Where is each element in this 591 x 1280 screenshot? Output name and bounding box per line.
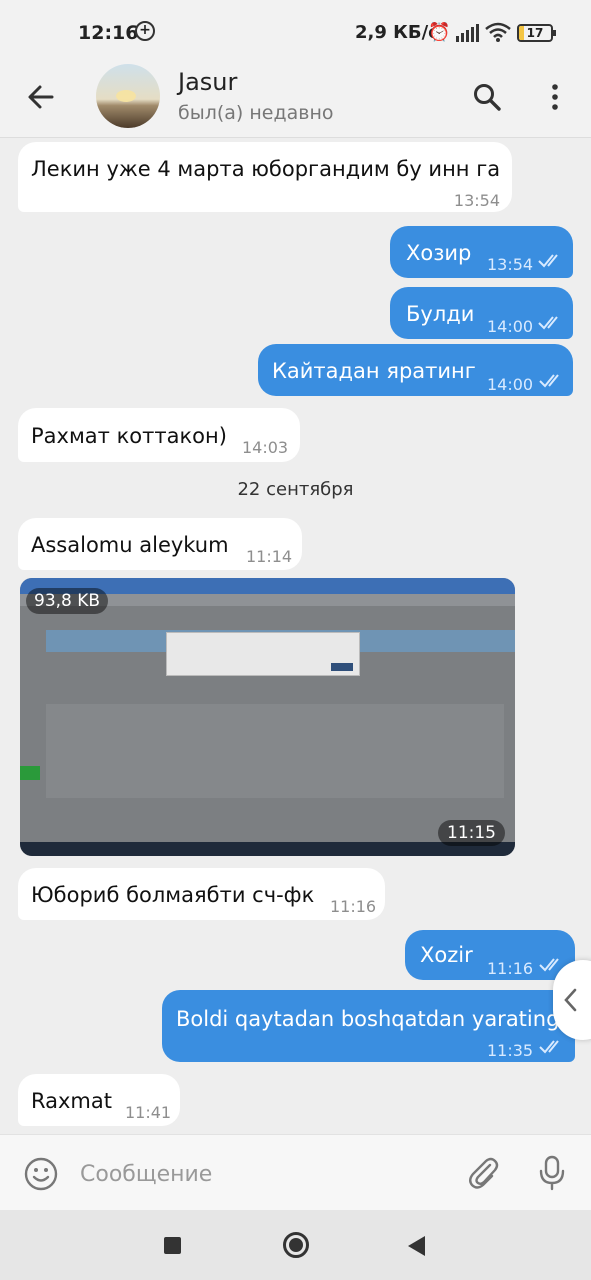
read-ticks-icon [539,1040,559,1054]
date-separator: 22 сентября [237,479,354,500]
message-time: 11:14 [246,547,293,566]
contact-status: был(а) недавно [178,102,334,124]
message-time: 14:00 [487,317,534,336]
message-time: 13:54 [453,191,500,210]
message-time: 14:00 [487,375,534,394]
message-bubble-incoming[interactable]: Рахмат коттакон) 14:03 [18,408,300,462]
attach-icon[interactable] [466,1155,500,1191]
photo-message[interactable]: 93,8 KB 11:15 [20,578,515,856]
read-ticks-icon [538,254,558,268]
battery-icon: 17 [517,24,553,42]
message-bubble-outgoing[interactable]: Хозир 13:54 [390,226,573,278]
message-bubble-incoming[interactable]: Юбориб болмаябти сч-фк 11:16 [18,868,385,920]
message-input-bar [0,1134,591,1210]
scroll-handle[interactable] [553,960,591,1040]
contact-name[interactable]: Jasur [178,68,237,96]
message-bubble-incoming[interactable]: Raxmat 11:41 [18,1074,180,1126]
status-time: 12:16 [78,22,139,44]
read-ticks-icon [538,316,558,330]
signal-icon [456,24,479,42]
screenshot-side-marker [20,766,40,780]
message-time: 13:54 [487,255,534,274]
message-text: Assalomu aleykum [31,533,229,557]
photo-time: 11:15 [438,820,505,846]
status-bar: 12:16 + 2,9 КБ/с ⏰ 17 [0,0,591,60]
message-bubble-outgoing[interactable]: Xozir 11:16 [405,930,575,980]
message-time: 11:16 [487,959,534,978]
chat-header: Jasur был(а) недавно [0,60,591,138]
emoji-icon[interactable] [24,1157,58,1191]
message-bubble-outgoing[interactable]: Boldi qaytadan boshqatdan yarating 11:35 [162,990,575,1062]
alarm-icon: ⏰ [428,22,451,43]
message-text: Булди [406,302,475,326]
avatar-photo [116,90,136,102]
system-nav-bar [0,1210,591,1280]
message-time: 14:03 [242,438,289,457]
search-icon[interactable] [472,82,502,112]
message-text: Юбориб болмаябти сч-фк [31,883,315,907]
message-bubble-incoming[interactable]: Assalomu aleykum 11:14 [18,518,302,570]
notification-icon: + [135,21,155,41]
screenshot-dialog [166,632,360,676]
screenshot-card [46,704,504,798]
message-time: 11:35 [487,1041,534,1060]
message-time: 11:16 [330,897,377,916]
battery-cap [553,30,556,36]
recent-apps-icon[interactable] [164,1237,181,1254]
home-icon[interactable] [283,1232,309,1258]
message-text: Boldi qaytadan boshqatdan yarating [176,1007,560,1031]
more-vert-icon[interactable] [540,82,570,112]
message-text: Кайтадан яратинг [272,359,476,383]
avatar[interactable] [96,64,160,128]
message-text: Лекин уже 4 марта юборгандим бу инн га [31,157,501,181]
microphone-icon[interactable] [537,1155,567,1191]
message-bubble-outgoing[interactable]: Кайтадан яратинг 14:00 [258,344,573,396]
read-ticks-icon [539,374,559,388]
message-bubble-outgoing[interactable]: Булди 14:00 [390,287,573,339]
screenshot-dialog-button [331,663,353,671]
message-input[interactable] [80,1157,440,1191]
back-arrow-icon[interactable] [26,82,56,112]
message-text: Raxmat [31,1089,112,1113]
chevron-left-icon [564,988,577,1012]
message-text: Рахмат коттакон) [31,424,227,448]
message-list[interactable]: Лекин уже 4 марта юборгандим бу инн га 1… [0,138,591,1134]
wifi-icon [485,22,511,42]
message-time: 11:41 [125,1103,172,1122]
message-bubble-incoming[interactable]: Лекин уже 4 марта юборгандим бу инн га 1… [18,142,512,212]
file-size-badge: 93,8 KB [26,588,109,614]
nav-back-icon[interactable] [408,1236,425,1256]
message-text: Хозир [406,241,472,265]
message-text: Xozir [420,943,473,967]
network-speed: 2,9 КБ/с [355,22,439,43]
battery-level: 17 [526,26,544,40]
screenshot-taskbar [20,842,515,856]
